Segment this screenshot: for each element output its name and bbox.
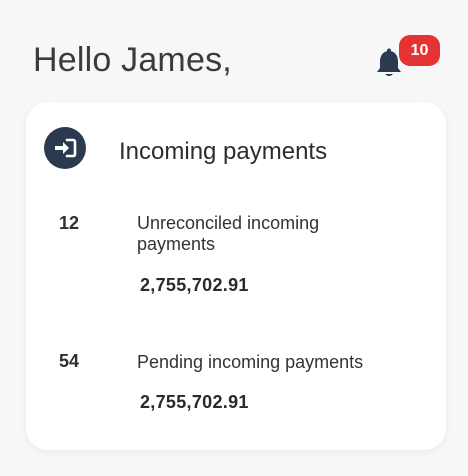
notification-count-badge[interactable]: 10 — [399, 35, 440, 66]
pending-amount: 2,755,702.91 — [140, 392, 249, 412]
pending-label[interactable]: Pending incoming payments — [137, 352, 387, 373]
card-title: Incoming payments — [119, 138, 328, 165]
sign-in-arrow-icon — [44, 127, 86, 169]
incoming-payments-card[interactable]: Incoming payments 12 Unreconciled incomi… — [26, 102, 446, 450]
unreconciled-count: 12 — [59, 213, 80, 233]
unreconciled-label[interactable]: Unreconciled incoming payments — [137, 213, 387, 255]
dashboard-page: Hello James, 10 Incoming payments 12 Unr… — [0, 0, 468, 476]
pending-count: 54 — [59, 351, 80, 371]
unreconciled-amount: 2,755,702.91 — [140, 275, 249, 295]
greeting-title: Hello James, — [33, 41, 232, 79]
